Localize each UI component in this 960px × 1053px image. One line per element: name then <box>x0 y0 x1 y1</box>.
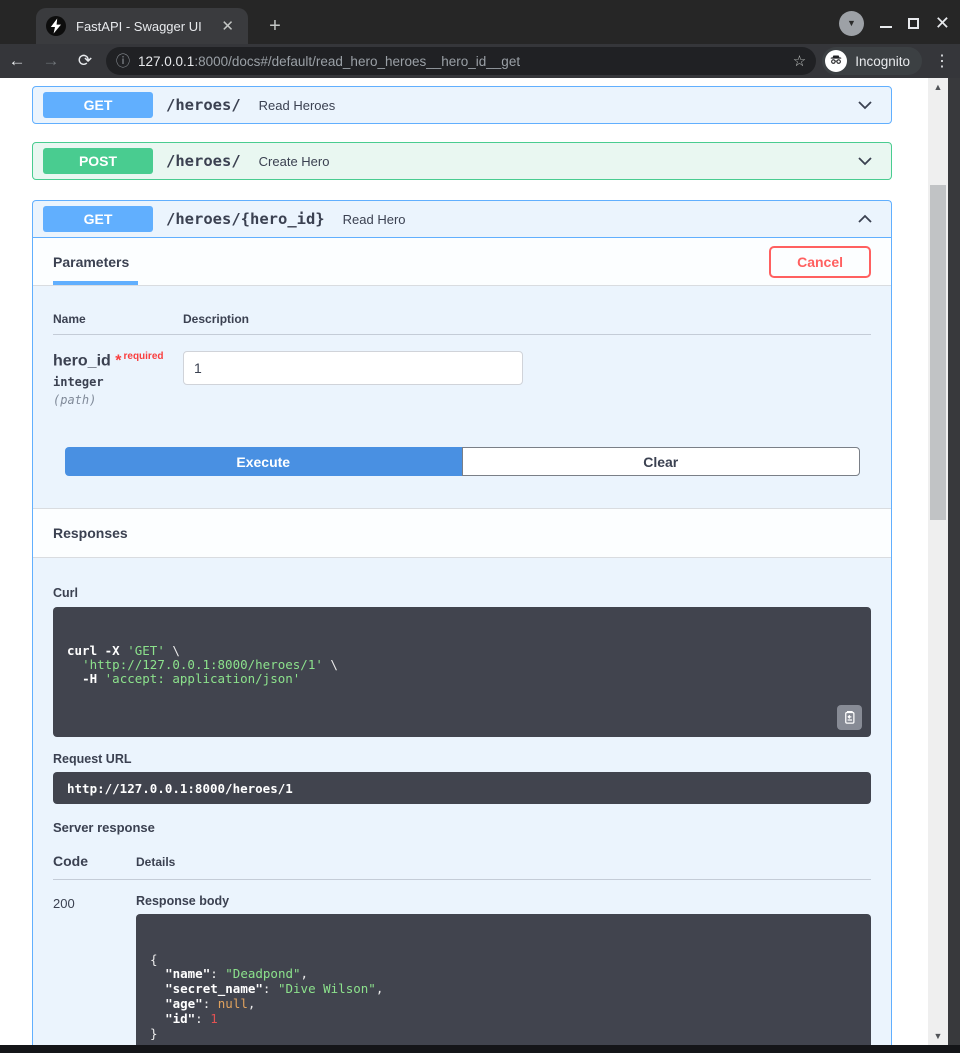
parameter-row: hero_id * required integer (path) <box>53 335 871 447</box>
url-text: 127.0.0.1:8000/docs#/default/read_hero_h… <box>138 54 520 69</box>
op-summary-text: Create Hero <box>258 153 330 169</box>
responses-header: Responses <box>33 508 891 558</box>
chevron-down-icon[interactable] <box>849 95 881 115</box>
curl-label: Curl <box>53 586 78 600</box>
scrollbar-down-arrow[interactable]: ▼ <box>928 1029 948 1043</box>
hero-id-input[interactable] <box>183 351 523 385</box>
parameters-header: Parameters Cancel <box>33 238 891 286</box>
execute-button[interactable]: Execute <box>65 447 462 476</box>
op-path: /heroes/ <box>166 152 241 170</box>
curl-command: curl -X 'GET' \ 'http://127.0.0.1:8000/h… <box>67 643 338 686</box>
chevron-up-icon[interactable] <box>849 209 881 229</box>
parameters-title: Parameters <box>53 253 130 270</box>
page-scrollbar[interactable]: ▲ ▼ <box>928 78 948 1045</box>
request-url-value: http://127.0.0.1:8000/heroes/1 <box>53 772 871 804</box>
column-header-description: Description <box>183 312 250 326</box>
reload-button[interactable]: ⟳ <box>68 51 102 71</box>
op-path: /heroes/ <box>166 96 241 114</box>
incognito-badge: Incognito <box>822 47 922 75</box>
forward-button[interactable]: → <box>34 51 68 71</box>
required-label: required <box>123 351 164 362</box>
caret-down-icon: ▼ <box>846 18 856 28</box>
copy-curl-button[interactable] <box>837 705 862 730</box>
clear-button[interactable]: Clear <box>461 447 860 476</box>
column-header-code: Code <box>53 853 88 869</box>
opblock-post-heroes[interactable]: POST /heroes/ Create Hero <box>32 142 892 180</box>
browser-tab[interactable]: FastAPI - Swagger UI ✕ <box>36 8 248 44</box>
parameter-name: hero_id * required <box>53 351 164 370</box>
required-asterisk: * <box>115 352 122 370</box>
scrollbar-up-arrow[interactable]: ▲ <box>928 80 948 94</box>
parameters-tab-underline <box>53 281 138 285</box>
window-minimize-button[interactable] <box>879 26 892 28</box>
window-menu-button[interactable]: ▼ <box>838 10 864 36</box>
responses-section: Curl curl -X 'GET' \ 'http://127.0.0.1:8… <box>33 558 891 1045</box>
window-close-button[interactable]: ✕ <box>935 14 950 32</box>
parameter-type: integer <box>53 375 104 390</box>
op-summary-text: Read Hero <box>342 211 406 227</box>
cancel-button[interactable]: Cancel <box>769 245 871 278</box>
address-bar[interactable]: ⓘ 127.0.0.1:8000/docs#/default/read_hero… <box>106 47 817 75</box>
browser-titlebar: FastAPI - Swagger UI ✕ + ▼ ✕ <box>0 0 960 44</box>
op-path: /heroes/{hero_id} <box>166 210 325 228</box>
browser-menu-button[interactable]: ⋮ <box>928 51 956 71</box>
incognito-label: Incognito <box>855 53 910 69</box>
window-maximize-button[interactable] <box>907 17 919 29</box>
incognito-icon <box>825 50 848 72</box>
tab-close-icon[interactable]: ✕ <box>217 17 238 35</box>
responses-title: Responses <box>53 525 128 541</box>
status-code: 200 <box>53 896 75 911</box>
method-badge-get: GET <box>43 206 153 232</box>
chevron-down-icon[interactable] <box>849 151 881 171</box>
opblock-get-hero-by-id: GET /heroes/{hero_id} Read Hero Paramete… <box>32 200 892 1045</box>
back-button[interactable]: ← <box>0 51 34 71</box>
method-badge-get: GET <box>43 92 153 118</box>
execute-wrapper: Execute Clear <box>33 447 891 476</box>
url-host: 127.0.0.1 <box>138 53 195 69</box>
site-info-icon[interactable]: ⓘ <box>116 51 130 71</box>
parameters-table: Name Description hero_id * required integ… <box>33 286 891 447</box>
opblock-get-heroes[interactable]: GET /heroes/ Read Heroes <box>32 86 892 124</box>
column-header-details: Details <box>136 855 176 869</box>
fastapi-favicon-icon <box>46 16 66 36</box>
response-row: 200 Response body { "name": "Deadpond", … <box>53 894 871 1045</box>
op-summary-text: Read Heroes <box>258 97 336 113</box>
response-body-json: { "name": "Deadpond", "secret_name": "Di… <box>150 951 384 1041</box>
request-url-label: Request URL <box>53 752 132 766</box>
url-path: :8000/docs#/default/read_hero_heroes__he… <box>194 53 521 69</box>
window-right-border <box>948 78 960 1053</box>
new-tab-button[interactable]: + <box>262 14 288 40</box>
scrollbar-thumb[interactable] <box>930 185 946 520</box>
method-badge-post: POST <box>43 148 153 174</box>
bookmark-star-icon[interactable]: ☆ <box>785 52 806 70</box>
response-body-label: Response body <box>136 894 230 908</box>
column-header-name: Name <box>53 312 86 326</box>
swagger-page: GET /heroes/ Read Heroes POST /heroes/ C… <box>0 78 948 1045</box>
opblock-summary[interactable]: GET /heroes/{hero_id} Read Hero <box>33 201 891 238</box>
curl-code-block: curl -X 'GET' \ 'http://127.0.0.1:8000/h… <box>53 607 871 737</box>
response-body-block: { "name": "Deadpond", "secret_name": "Di… <box>136 914 871 1045</box>
tab-title: FastAPI - Swagger UI <box>76 18 202 34</box>
parameter-location: (path) <box>53 393 97 408</box>
server-response-label: Server response <box>53 820 155 835</box>
browser-toolbar: ← → ⟳ ⓘ 127.0.0.1:8000/docs#/default/rea… <box>0 44 960 78</box>
window-bottom-border <box>0 1045 960 1053</box>
